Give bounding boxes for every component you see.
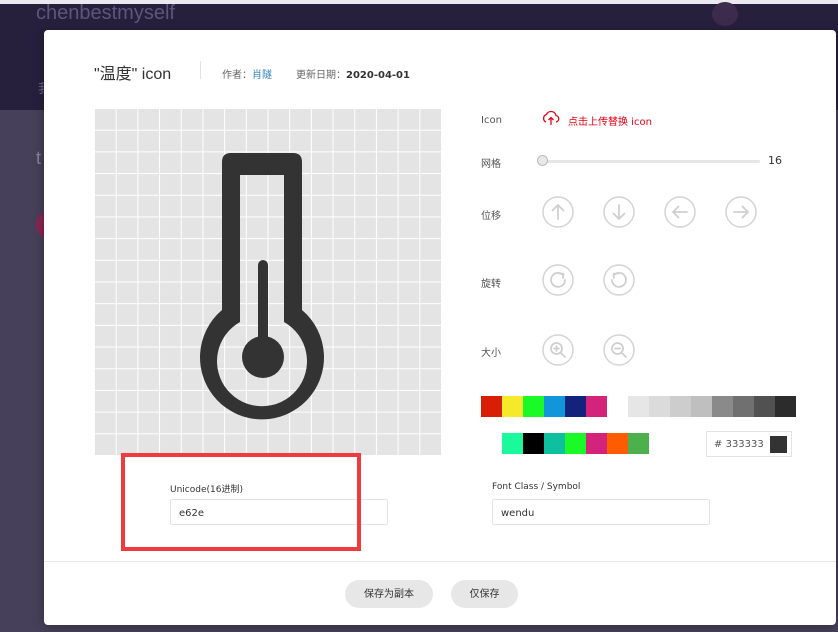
color-swatch[interactable] — [565, 396, 586, 417]
color-swatch[interactable] — [565, 433, 586, 454]
color-swatch[interactable] — [712, 396, 733, 417]
grid-label: 网格 — [481, 159, 501, 170]
color-swatch[interactable] — [586, 396, 607, 417]
title-divider — [200, 61, 201, 79]
grid-slider-handle[interactable] — [537, 155, 548, 166]
icon-preview-grid[interactable] — [94, 108, 441, 455]
color-swatch[interactable] — [628, 396, 649, 417]
icon-label: Icon — [481, 115, 502, 126]
current-color-swatch — [770, 436, 787, 453]
zoom-in-button[interactable] — [542, 334, 574, 366]
rotate-counterclockwise-button[interactable] — [603, 264, 635, 296]
move-down-button[interactable] — [603, 196, 635, 228]
color-swatch[interactable] — [607, 433, 628, 454]
color-swatch[interactable] — [670, 396, 691, 417]
color-swatch[interactable] — [691, 396, 712, 417]
grid-slider-track[interactable] — [542, 160, 760, 163]
zoom-out-button[interactable] — [603, 334, 635, 366]
move-right-button[interactable] — [725, 196, 757, 228]
color-swatch[interactable] — [649, 396, 670, 417]
footer-divider — [44, 561, 836, 562]
color-swatch[interactable] — [544, 396, 565, 417]
font-class-input[interactable]: wendu — [492, 499, 710, 525]
color-hex-input[interactable]: # 333333 — [706, 431, 792, 457]
color-swatch[interactable] — [607, 396, 628, 417]
color-swatch[interactable] — [523, 433, 544, 454]
color-swatch[interactable] — [733, 396, 754, 417]
rotate-clockwise-button[interactable] — [542, 264, 574, 296]
upload-replace-link[interactable]: 点击上传替换 icon — [568, 113, 652, 128]
grid-value: 16 — [768, 154, 782, 167]
author-info: 作者：肖隧 — [222, 66, 272, 81]
size-label: 大小 — [481, 348, 501, 359]
upload-cloud-icon[interactable] — [541, 110, 561, 126]
background-brand: chenbestmyself — [36, 2, 175, 24]
move-label: 位移 — [481, 211, 501, 222]
color-swatch[interactable] — [523, 396, 544, 417]
icon-edit-dialog: "温度" icon 作者：肖隧 更新日期：2020-04-01 Icon 点击上… — [44, 30, 836, 625]
updated-info: 更新日期：2020-04-01 — [296, 66, 410, 81]
rotate-label: 旋转 — [481, 279, 501, 290]
save-as-copy-button[interactable]: 保存为副本 — [345, 580, 433, 608]
color-swatch[interactable] — [502, 396, 523, 417]
color-swatch[interactable] — [481, 433, 502, 454]
color-hex-field[interactable]: # 333333 — [714, 439, 764, 450]
color-swatch[interactable] — [544, 433, 565, 454]
color-swatch[interactable] — [628, 433, 649, 454]
color-swatch[interactable] — [502, 433, 523, 454]
save-only-button[interactable]: 仅保存 — [451, 580, 518, 608]
thermometer-icon — [199, 153, 324, 420]
color-swatch[interactable] — [481, 396, 502, 417]
author-link[interactable]: 肖隧 — [252, 70, 272, 81]
background-avatar — [712, 2, 738, 26]
dialog-title: "温度" icon — [94, 66, 172, 83]
color-swatch[interactable] — [754, 396, 775, 417]
author-label: 作者： — [222, 70, 252, 81]
move-up-button[interactable] — [542, 196, 574, 228]
updated-date: 2020-04-01 — [346, 70, 410, 81]
color-swatch[interactable] — [586, 433, 607, 454]
updated-label: 更新日期： — [296, 70, 346, 81]
annotation-highlight-box — [121, 453, 361, 551]
font-class-label: Font Class / Symbol — [492, 482, 581, 492]
color-swatch[interactable] — [775, 396, 796, 417]
background-title: t — [36, 148, 42, 168]
move-left-button[interactable] — [664, 196, 696, 228]
